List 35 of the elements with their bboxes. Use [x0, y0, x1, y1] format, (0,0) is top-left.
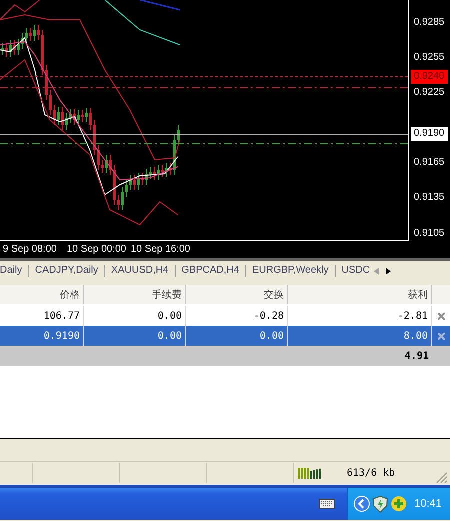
chart-tab[interactable]: XAUUSD,H4 — [111, 264, 169, 278]
shield-icon[interactable] — [373, 496, 388, 512]
chevron-icon[interactable] — [354, 496, 370, 512]
keyboard-icon[interactable] — [319, 499, 336, 509]
price-label: 0.9165 — [414, 156, 445, 170]
connection-bars-icon — [298, 468, 322, 478]
clock-text: 10:41 — [414, 498, 442, 510]
price-label: 0.9225 — [414, 86, 445, 100]
price-label: 0.9255 — [414, 51, 445, 65]
chart-tab[interactable]: EURGBP,Weekly — [252, 264, 329, 278]
column-header[interactable]: 手续费 — [84, 285, 186, 304]
price-label: 0.9105 — [414, 227, 445, 241]
time-label: 10 Sep 16:00 — [131, 243, 190, 257]
time-label: 9 Sep 08:00 — [3, 243, 57, 257]
close-icon[interactable] — [438, 332, 444, 340]
chart-tab[interactable]: GBPCAD,H4 — [182, 264, 240, 278]
price-label: 0.9135 — [414, 191, 445, 205]
indicator-line — [0, 0, 40, 20]
close-icon[interactable] — [438, 312, 444, 320]
column-header[interactable]: 获利 — [288, 285, 432, 304]
price-tag: 0.9240 — [411, 70, 448, 84]
traffic-text: 613/6 kb — [347, 468, 396, 478]
total-value: 4.91 — [404, 350, 430, 364]
chart-tab[interactable]: CADJPY,Daily — [35, 264, 98, 278]
column-header[interactable]: 价格 — [0, 285, 84, 304]
price-tag: 0.9190 — [411, 127, 448, 141]
chart-tab[interactable]: USDC — [342, 264, 370, 278]
table-row[interactable]: 0.9190 0.00 0.00 8.00 — [0, 326, 450, 346]
time-label: 10 Sep 00:00 — [67, 243, 126, 257]
scroll-right-icon[interactable] — [386, 268, 392, 274]
scroll-left-icon[interactable] — [374, 268, 380, 274]
price-label: 0.9285 — [414, 16, 445, 30]
resize-grip-icon[interactable] — [436, 472, 448, 484]
column-header[interactable]: 交换 — [186, 285, 288, 304]
chart-tab[interactable]: Daily — [0, 264, 22, 278]
